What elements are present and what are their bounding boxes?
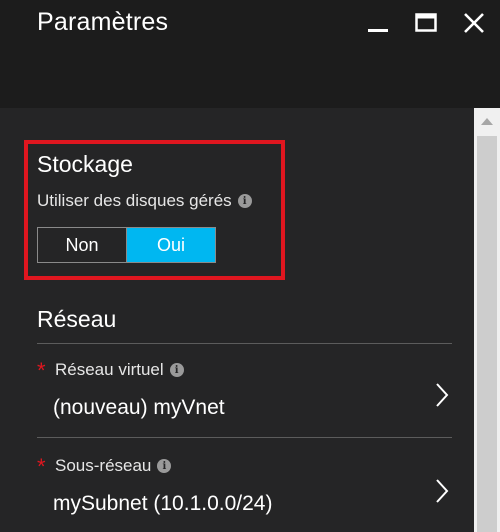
virtual-network-label: Réseau virtuel i [55, 360, 184, 380]
managed-disks-label: Utiliser des disques gérés i [37, 191, 252, 211]
section-divider [37, 343, 452, 344]
info-icon[interactable]: i [157, 459, 172, 473]
subnet-label: Sous-réseau i [55, 456, 172, 476]
minimize-button[interactable] [363, 8, 393, 38]
maximize-button[interactable] [411, 8, 441, 38]
virtual-network-value: (nouveau) myVnet [53, 396, 225, 419]
close-button[interactable] [459, 8, 489, 38]
toggle-option-oui[interactable]: Oui [127, 228, 215, 262]
close-icon [464, 13, 484, 33]
network-heading: Réseau [37, 306, 117, 332]
managed-disks-toggle[interactable]: Non Oui [37, 227, 216, 263]
chevron-right-icon [436, 383, 449, 407]
subnet-value: mySubnet (10.1.0.0/24) [53, 492, 273, 515]
row-divider [37, 437, 452, 438]
settings-panel: Paramètres Stockage Utiliser des disques… [0, 0, 500, 532]
toggle-option-non[interactable]: Non [38, 228, 127, 262]
info-icon[interactable]: i [237, 194, 252, 208]
info-icon[interactable]: i [169, 363, 184, 377]
virtual-network-label-text: Réseau virtuel [55, 360, 164, 379]
scroll-up-arrow-icon[interactable] [481, 118, 493, 125]
panel-title: Paramètres [37, 8, 169, 36]
minimize-icon [368, 29, 388, 32]
chevron-right-icon [436, 479, 449, 503]
subnet-label-text: Sous-réseau [55, 456, 152, 475]
required-asterisk: * [37, 358, 46, 383]
title-bar: Paramètres [0, 0, 500, 108]
required-asterisk: * [37, 454, 46, 479]
subnet-row[interactable]: * Sous-réseau i mySubnet (10.1.0.0/24) [37, 446, 452, 532]
maximize-icon [415, 13, 437, 32]
managed-disks-label-text: Utiliser des disques gérés [37, 191, 232, 210]
vertical-scrollbar[interactable] [474, 108, 500, 532]
virtual-network-row[interactable]: * Réseau virtuel i (nouveau) myVnet [37, 350, 452, 440]
scroll-thumb[interactable] [477, 136, 497, 532]
storage-heading: Stockage [37, 151, 133, 177]
